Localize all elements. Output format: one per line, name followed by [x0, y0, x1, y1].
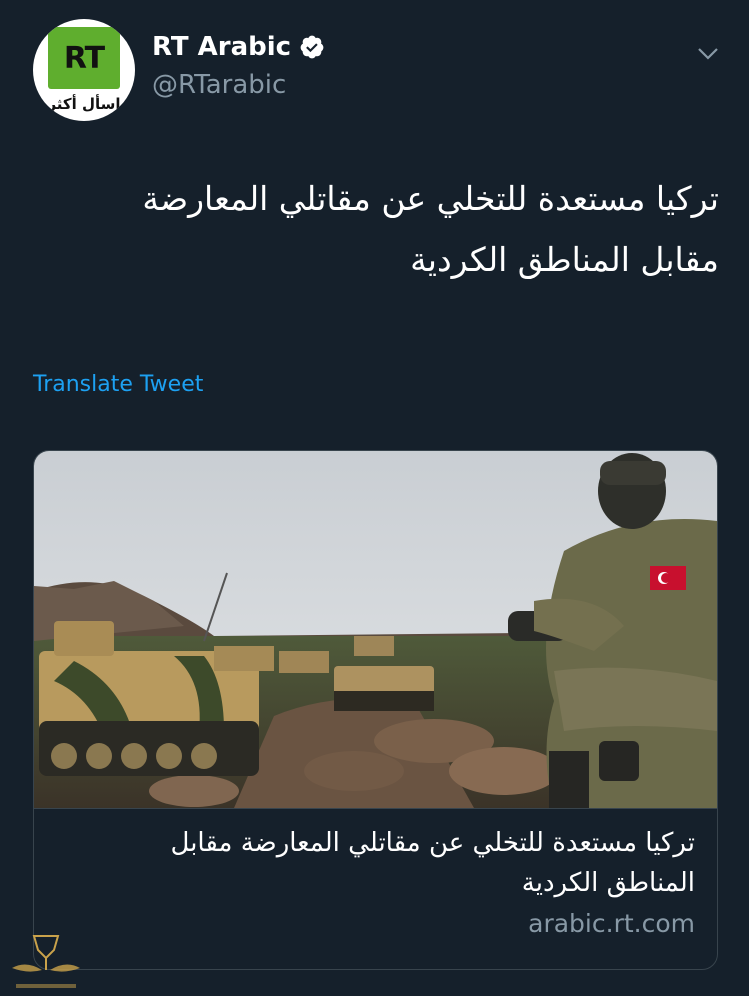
name-row: RT Arabic	[152, 32, 325, 62]
rt-logo: RT	[48, 27, 120, 89]
avatar[interactable]: RT اسأل أكثر	[33, 19, 135, 121]
card-title-line: تركيا مستعدة للتخلي عن مقاتلي المعارضة م…	[170, 828, 696, 858]
tweet-text-line: مقابل المناطق الكردية	[410, 240, 719, 279]
handle[interactable]: @RTarabic	[152, 70, 286, 100]
verified-badge-icon	[300, 35, 324, 59]
tweet-text: تركيا مستعدة للتخلي عن مقاتلي المعارضة م…	[60, 168, 719, 290]
translate-tweet-link[interactable]: Translate Tweet	[33, 372, 203, 397]
forum-watermark-icon	[12, 935, 80, 988]
card-domain: arabic.rt.com	[528, 909, 695, 938]
card-image[interactable]	[34, 451, 717, 808]
link-card[interactable]: تركيا مستعدة للتخلي عن مقاتلي المعارضة م…	[33, 450, 718, 970]
tweet-text-line: تركيا مستعدة للتخلي عن مقاتلي المعارضة	[142, 179, 719, 218]
avatar-tagline: اسأل أكثر	[47, 95, 121, 113]
rt-logo-text: RT	[63, 40, 105, 76]
card-body[interactable]: تركيا مستعدة للتخلي عن مقاتلي المعارضة م…	[34, 808, 717, 969]
card-title-line: المناطق الكردية	[521, 868, 695, 898]
chevron-down-icon[interactable]	[696, 42, 720, 66]
card-title: تركيا مستعدة للتخلي عن مقاتلي المعارضة م…	[54, 823, 696, 903]
display-name[interactable]: RT Arabic	[152, 32, 291, 62]
